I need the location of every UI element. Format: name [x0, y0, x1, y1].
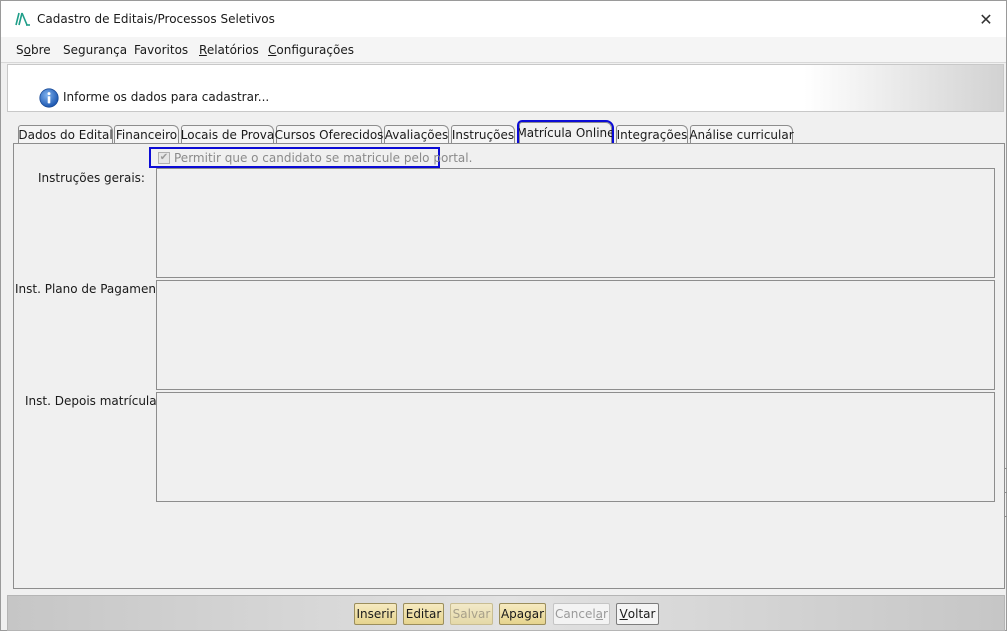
depois-matricula-textarea[interactable] [156, 392, 995, 502]
app-logo-icon [15, 12, 30, 26]
allow-portal-enrollment-checkbox[interactable]: ✔ [158, 152, 170, 164]
info-message: Informe os dados para cadastrar... [63, 90, 270, 104]
main-window: Cadastro de Editais/Processos Seletivos … [0, 0, 1007, 631]
menu-bar: Sobre Segurança Favoritos Relatórios Con… [1, 37, 1006, 63]
tab-avaliacoes[interactable]: Avaliações [384, 125, 449, 143]
tab-cursos-oferecidos[interactable]: Cursos Oferecidos [275, 125, 383, 143]
plano-pagamento-textarea[interactable] [156, 280, 995, 390]
menu-seguranca[interactable]: Segurança [63, 43, 127, 57]
cancelar-button[interactable]: Cancel a r [553, 603, 610, 625]
window-title: Cadastro de Editais/Processos Seletivos [37, 12, 275, 26]
allow-portal-enrollment-option[interactable]: ✔ Permitir que o candidato se matricule … [149, 147, 472, 168]
info-panel: Informe os dados para cadastrar... [7, 64, 1004, 112]
tab-analise-curricular[interactable]: Análise curricular [689, 125, 794, 143]
tab-instrucoes[interactable]: Instruções [451, 125, 515, 143]
voltar-button[interactable]: Voltar [616, 603, 659, 625]
tab-integracoes[interactable]: Integrações [616, 125, 688, 143]
editar-button[interactable]: Editar [403, 603, 444, 625]
depois-matricula-label: Inst. Depois matrícula: [25, 394, 161, 408]
close-icon: ✕ [979, 9, 993, 29]
tab-matricula-online[interactable]: Matrícula Online [516, 120, 615, 145]
title-bar: Cadastro de Editais/Processos Seletivos … [1, 1, 1006, 37]
instrucoes-gerais-textarea[interactable] [156, 168, 995, 278]
tab-financeiro[interactable]: Financeiro [114, 125, 179, 143]
menu-configuracoes[interactable]: Configurações [268, 43, 354, 57]
apagar-button[interactable]: Apagar [499, 603, 546, 625]
tab-locais-de-prova[interactable]: Locais de Prova [181, 125, 274, 143]
action-bar: Inserir Editar Salvar Apagar Cancel a r Vo… [7, 595, 1005, 631]
inserir-button[interactable]: Inserir [354, 603, 397, 625]
tab-dados-do-edital[interactable]: Dados do Edital [18, 125, 113, 143]
menu-relatorios[interactable]: Relatórios [199, 43, 259, 57]
tab-strip: Dados do Edital Financeiro Locais de Pro… [1, 119, 1006, 145]
info-icon [39, 88, 59, 108]
checkmark-icon: ✔ [159, 152, 169, 163]
close-button[interactable]: ✕ [972, 5, 1000, 33]
instrucoes-gerais-label: Instruções gerais: [38, 171, 145, 185]
menu-favoritos[interactable]: Favoritos [134, 43, 188, 57]
menu-sobre[interactable]: Sobre [16, 43, 51, 57]
plano-pagamento-label: Inst. Plano de Pagamento: [15, 282, 173, 296]
allow-portal-enrollment-label: Permitir que o candidato se matricule pe… [174, 151, 473, 165]
salvar-button[interactable]: Salvar [450, 603, 493, 625]
